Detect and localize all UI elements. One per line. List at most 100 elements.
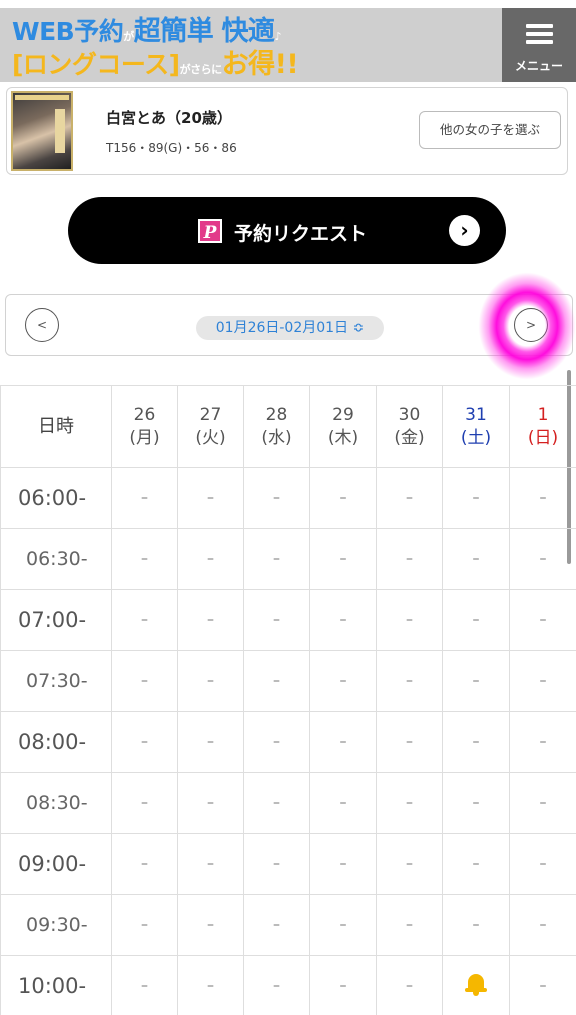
menu-label: メニュー [514, 59, 563, 73]
profile-photo[interactable] [11, 91, 73, 171]
day-header-saturday: 31 (土) [442, 385, 510, 468]
banner-otoku: お得!! [221, 49, 299, 80]
slot-cell: – [442, 650, 510, 712]
slot-cell: – [177, 833, 244, 895]
slot-cell: – [243, 467, 310, 529]
slot-cell: – [111, 711, 178, 773]
slot-cell: – [309, 894, 377, 956]
slot-cell: – [442, 772, 510, 834]
chevron-right-icon: › [449, 215, 480, 246]
menu-button[interactable]: メニュー [502, 8, 576, 82]
day-header: 29 (木) [309, 385, 377, 468]
time-slot-label: 08:00- [0, 711, 112, 773]
schedule-row: 08:00- – – – – – – – [0, 711, 576, 773]
slot-cell: – [243, 589, 310, 651]
day-header: 30 (金) [376, 385, 443, 468]
slot-cell: – [509, 772, 576, 834]
slot-cell: – [509, 833, 576, 895]
slot-cell: – [376, 650, 443, 712]
time-slot-label: 09:30- [0, 894, 112, 956]
schedule-row: 06:30- – – – – – – – [0, 528, 576, 590]
slot-cell: – [509, 650, 576, 712]
time-slot-label: 08:30- [0, 772, 112, 834]
slot-cell: – [243, 528, 310, 590]
slot-cell: – [509, 894, 576, 956]
slot-cell: – [442, 589, 510, 651]
slot-cell: – [177, 467, 244, 529]
schedule-row: 07:30- – – – – – – – [0, 650, 576, 712]
slot-cell: – [309, 650, 377, 712]
slot-cell: – [509, 955, 576, 1015]
date-range-select[interactable]: 01月26日-02月01日 ≎ [196, 316, 384, 340]
banner-web-yoyaku: WEB予約 [12, 17, 124, 46]
p-icon: P [198, 219, 222, 243]
schedule-row: 08:30- – – – – – – – [0, 772, 576, 834]
photo-badge [15, 95, 69, 100]
slot-cell: – [376, 528, 443, 590]
slot-cell: – [111, 955, 178, 1015]
time-slot-label: 06:30- [0, 528, 112, 590]
choose-other-girl-button[interactable]: 他の女の子を選ぶ [419, 111, 561, 149]
reservation-request-button[interactable]: P 予約リクエスト › [68, 197, 506, 264]
slot-cell: – [509, 528, 576, 590]
slot-cell: – [509, 711, 576, 773]
bell-icon [465, 972, 487, 996]
banner-note: ♪ [274, 30, 281, 43]
slot-cell: – [309, 833, 377, 895]
day-header: 26 (月) [111, 385, 178, 468]
slot-cell: – [111, 528, 178, 590]
top-banner[interactable]: WEB予約が超簡単 快適♪ [ロングコース]がさらにお得!! メニュー [0, 8, 576, 82]
slot-cell: – [376, 833, 443, 895]
slot-cell: – [243, 955, 310, 1015]
slot-cell: – [177, 589, 244, 651]
slot-cell: – [177, 955, 244, 1015]
schedule-row: 06:00- – – – – – – – [0, 467, 576, 529]
hamburger-icon [526, 24, 553, 48]
banner-comfort: 快適 [221, 16, 275, 47]
day-header: 27 (火) [177, 385, 244, 468]
banner-saraini: がさらに [179, 63, 223, 76]
profile-card: 白宮とあ（20歳） T156・89(G)・56・86 他の女の子を選ぶ [6, 87, 568, 175]
time-slot-label: 06:00- [0, 467, 112, 529]
slot-cell: – [442, 894, 510, 956]
profile-name: 白宮とあ（20歳） [106, 109, 232, 127]
slot-cell: – [243, 772, 310, 834]
day-header: 28 (水) [243, 385, 310, 468]
slot-cell: – [509, 589, 576, 651]
slot-cell: – [177, 528, 244, 590]
slot-cell: – [376, 894, 443, 956]
profile-stats: T156・89(G)・56・86 [106, 141, 237, 155]
banner-super-easy: 超簡単 [133, 16, 214, 47]
slot-cell: – [309, 528, 377, 590]
schedule-row: 09:30- – – – – – – – [0, 894, 576, 956]
slot-cell: – [309, 955, 377, 1015]
slot-cell: – [111, 589, 178, 651]
slot-cell: – [442, 528, 510, 590]
slot-cell: – [177, 650, 244, 712]
schedule-row: 09:00- – – – – – – – [0, 833, 576, 895]
schedule-row: 07:00- – – – – – – – [0, 589, 576, 651]
slot-cell: – [309, 772, 377, 834]
next-week-button[interactable]: > [514, 308, 548, 342]
slot-cell: – [309, 711, 377, 773]
prev-week-button[interactable]: < [25, 308, 59, 342]
day-header-sunday: 1 (日) [509, 385, 576, 468]
slot-cell: – [177, 772, 244, 834]
slot-cell: – [243, 650, 310, 712]
available-slot-cell[interactable] [442, 955, 510, 1015]
slot-cell: – [509, 467, 576, 529]
banner-ga: が [123, 30, 134, 43]
slot-cell: – [442, 711, 510, 773]
slot-cell: – [309, 589, 377, 651]
schedule-header-row: 日時 26 (月) 27 (火) 28 (水) 29 (木) 30 (金) 31 (土) 1… [0, 385, 576, 468]
week-navigator: < 01月26日-02月01日 ≎ > [5, 294, 573, 356]
slot-cell: – [442, 833, 510, 895]
time-slot-label: 09:00- [0, 833, 112, 895]
slot-cell: – [111, 894, 178, 956]
slot-cell: – [111, 467, 178, 529]
slot-cell: – [243, 894, 310, 956]
slot-cell: – [376, 955, 443, 1015]
slot-cell: – [376, 772, 443, 834]
slot-cell: – [442, 467, 510, 529]
slot-cell: – [111, 772, 178, 834]
